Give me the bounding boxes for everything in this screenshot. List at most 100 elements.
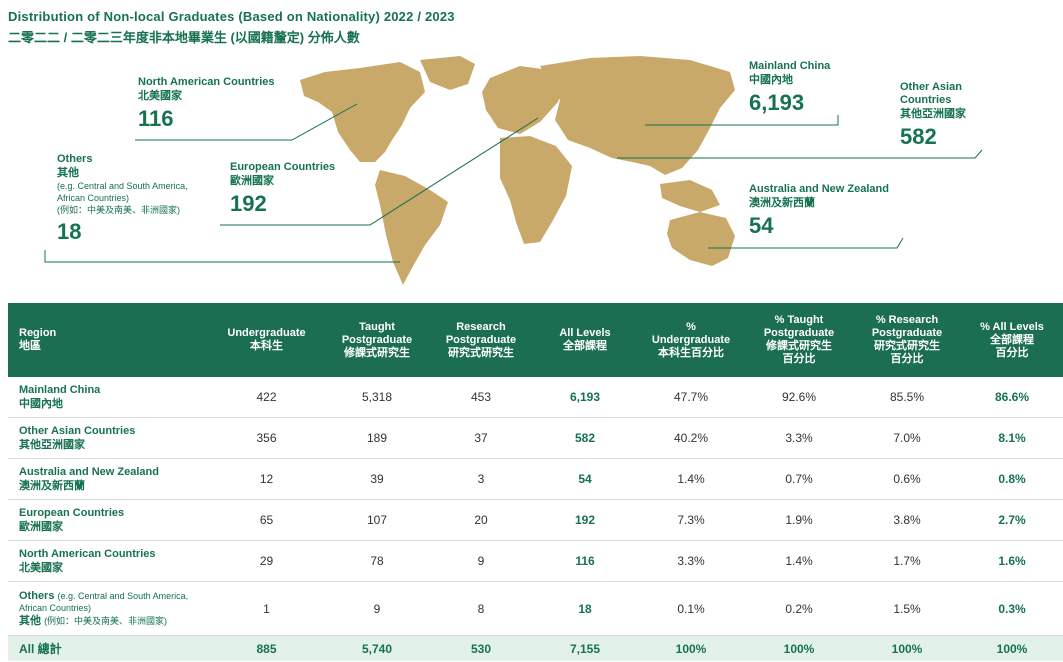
header-label-en: % All Levels [980,320,1044,333]
cell-taught-postgraduate: 9 [325,581,429,636]
cell-undergraduate: 422 [208,377,325,418]
cell-all-levels: 54 [533,458,637,500]
callout-label-en: European Countries [230,161,336,173]
world-map [44,56,983,285]
header-label-en: Postgraduate [445,333,517,346]
cell-pct-undergraduate: 47.7% [637,377,745,418]
header-label-zh: 百分比 [995,346,1029,359]
cell-pct-undergraduate: 7.3% [637,499,745,541]
cell-undergraduate: 1 [208,581,325,636]
cell-region: North American Countries 北美國家 [8,540,208,582]
cell-all-levels: 18 [533,581,637,636]
region-name-en: European Countries [19,507,125,519]
cell-pct-research-postgraduate: 0.6% [853,458,961,500]
map-south-america [375,170,448,285]
map-africa [500,136,572,244]
callout-label-zh: 其他亞洲國家 [900,108,966,120]
map-greenland [420,56,475,90]
cell-pct-undergraduate: 1.4% [637,458,745,500]
cell-pct-all-levels: 100% [961,635,1063,661]
header-label-en: Postgraduate [763,327,835,339]
region-name-zh: 澳洲及新西蘭 [19,480,85,492]
region-name-zh: 歐洲國家 [19,521,63,533]
callout-label-zh: 歐洲國家 [230,175,274,187]
header-label-zh: 本科生百分比 [658,346,724,359]
cell-region: Other Asian Countries 其他亞洲國家 [8,417,208,459]
callout-europe: European Countries 歐洲國家 192 [230,161,335,217]
cell-taught-postgraduate: 107 [325,499,429,541]
callout-value: 6,193 [749,90,805,115]
cell-pct-taught-postgraduate: 0.2% [745,581,853,636]
header-pct-taught-postgraduate: % Taught Postgraduate 修課式研究生 百分比 [745,303,853,377]
header-label-zh: 修課式研究生 [766,340,832,352]
region-name-zh: 其他亞洲國家 [19,439,85,451]
callout-note-en: African Countries) [57,193,130,203]
header-region: Region 地區 [8,303,208,377]
cell-all-levels: 6,193 [533,377,637,418]
cell-pct-taught-postgraduate: 3.3% [745,417,853,459]
region-name-en: Other Asian Countries [19,425,136,437]
table-row-others: Others (e.g. Central and South America, … [8,581,1063,636]
header-taught-postgraduate: Taught Postgraduate 修課式研究生 [325,303,429,377]
cell-region: European Countries 歐洲國家 [8,499,208,541]
region-note-en: African Countries) [19,603,92,613]
cell-all-levels: 192 [533,499,637,541]
region-name-zh: 中國內地 [19,398,63,410]
cell-region: Others (e.g. Central and South America, … [8,581,208,636]
region-name-zh: 北美國家 [19,562,63,574]
header-pct-research-postgraduate: % Research Postgraduate 研究式研究生 百分比 [853,303,961,377]
cell-pct-research-postgraduate: 100% [853,635,961,661]
cell-pct-research-postgraduate: 85.5% [853,377,961,418]
callout-value: 18 [57,219,82,244]
cell-pct-all-levels: 1.6% [961,540,1063,582]
cell-research-postgraduate: 37 [429,417,533,459]
cell-undergraduate: 65 [208,499,325,541]
leader-others [44,250,400,263]
cell-research-postgraduate: 530 [429,635,533,661]
leader-australia [708,237,904,249]
cell-undergraduate: 356 [208,417,325,459]
cell-pct-research-postgraduate: 1.7% [853,540,961,582]
table-row: North American Countries 北美國家 29 78 9 116 3.3%… [8,540,1063,582]
header-pct-all-levels: % All Levels 全部課程 百分比 [961,303,1063,377]
callout-label-en: North American Countries [138,76,275,88]
callout-other-asian: Other Asian Countries 其他亞洲國家 582 [900,81,966,150]
cell-pct-undergraduate: 3.3% [637,540,745,582]
table-row: Mainland China 中國內地 422 5,318 453 6,193 47.7% 9… [8,377,1063,418]
header-label-en: % Taught [774,314,824,326]
cell-pct-undergraduate: 0.1% [637,581,745,636]
header-label-zh: 研究式研究生 [448,346,514,359]
callout-north-america: North American Countries 北美國家 116 [138,76,275,132]
callout-value: 116 [138,106,174,131]
cell-all-levels: 582 [533,417,637,459]
callout-label-en: Other Asian [900,81,962,93]
cell-pct-all-levels: 0.3% [961,581,1063,636]
world-map-land [300,56,735,285]
callout-value: 582 [900,124,937,149]
cell-taught-postgraduate: 78 [325,540,429,582]
callout-mainland-china: Mainland China 中國內地 6,193 [749,60,830,116]
header-label-en: Undergraduate [651,333,731,346]
callout-label-zh: 其他 [57,167,79,179]
cell-pct-all-levels: 86.6% [961,377,1063,418]
region-note-en: (e.g. Central and South America, [57,591,189,601]
header-label-zh: 全部課程 [990,333,1034,346]
header-label-en: Postgraduate [341,333,413,346]
cell-pct-research-postgraduate: 7.0% [853,417,961,459]
region-name-zh: 其他 [19,615,41,627]
callout-label-en: Countries [900,94,952,106]
cell-pct-all-levels: 8.1% [961,417,1063,459]
callout-label-en: Australia and New Zealand [749,183,889,195]
cell-pct-taught-postgraduate: 1.4% [745,540,853,582]
cell-pct-research-postgraduate: 1.5% [853,581,961,636]
header-label-zh: 研究式研究生 [874,340,940,352]
cell-undergraduate: 29 [208,540,325,582]
callout-label-en: Mainland China [749,60,831,72]
table-row-total: All 總計 885 5,740 530 7,155 100% 100% 100… [8,635,1063,661]
region-name-en: North American Countries [19,548,156,560]
callout-label-zh: 北美國家 [138,90,182,102]
cell-taught-postgraduate: 189 [325,417,429,459]
header-label-en: Taught [359,320,395,333]
callout-australia: Australia and New Zealand 澳洲及新西蘭 54 [749,183,889,239]
table-header-row: Region 地區 Undergraduate 本科生 Taught Postg… [8,303,1063,377]
